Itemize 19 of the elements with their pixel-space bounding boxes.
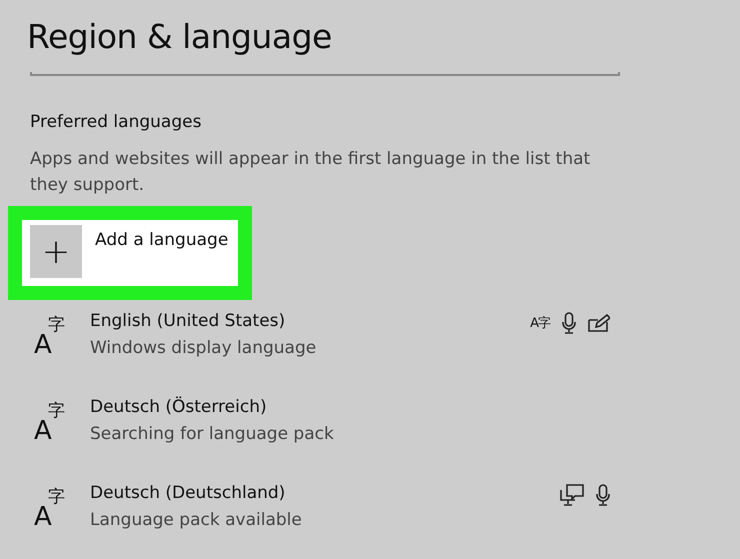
language-icon: A 字: [34, 404, 74, 444]
language-status: Searching for language pack: [90, 423, 335, 446]
language-name[interactable]: Deutsch (Österreich): [90, 394, 610, 420]
microphone-icon: [596, 484, 610, 506]
language-name[interactable]: Deutsch (Deutschland): [90, 480, 560, 506]
section-heading: Preferred languages: [30, 112, 202, 132]
pen-icon: [588, 314, 610, 332]
section-description: Apps and websites will appear in the first language in the list that they support.: [30, 148, 592, 197]
language-icon: A 字: [34, 490, 74, 530]
language-feature-icon: A字: [530, 314, 550, 332]
language-icon: A 字: [34, 318, 74, 358]
page-title: Region & language: [27, 16, 333, 58]
language-status: Language pack available: [90, 509, 303, 532]
microphone-icon: [562, 312, 576, 334]
monitor-icon: [560, 484, 584, 506]
language-status: Windows display language: [90, 337, 318, 360]
language-name[interactable]: English (United States): [90, 308, 530, 334]
plus-icon: +: [30, 225, 82, 278]
add-language-button[interactable]: + Add a language: [22, 220, 238, 286]
